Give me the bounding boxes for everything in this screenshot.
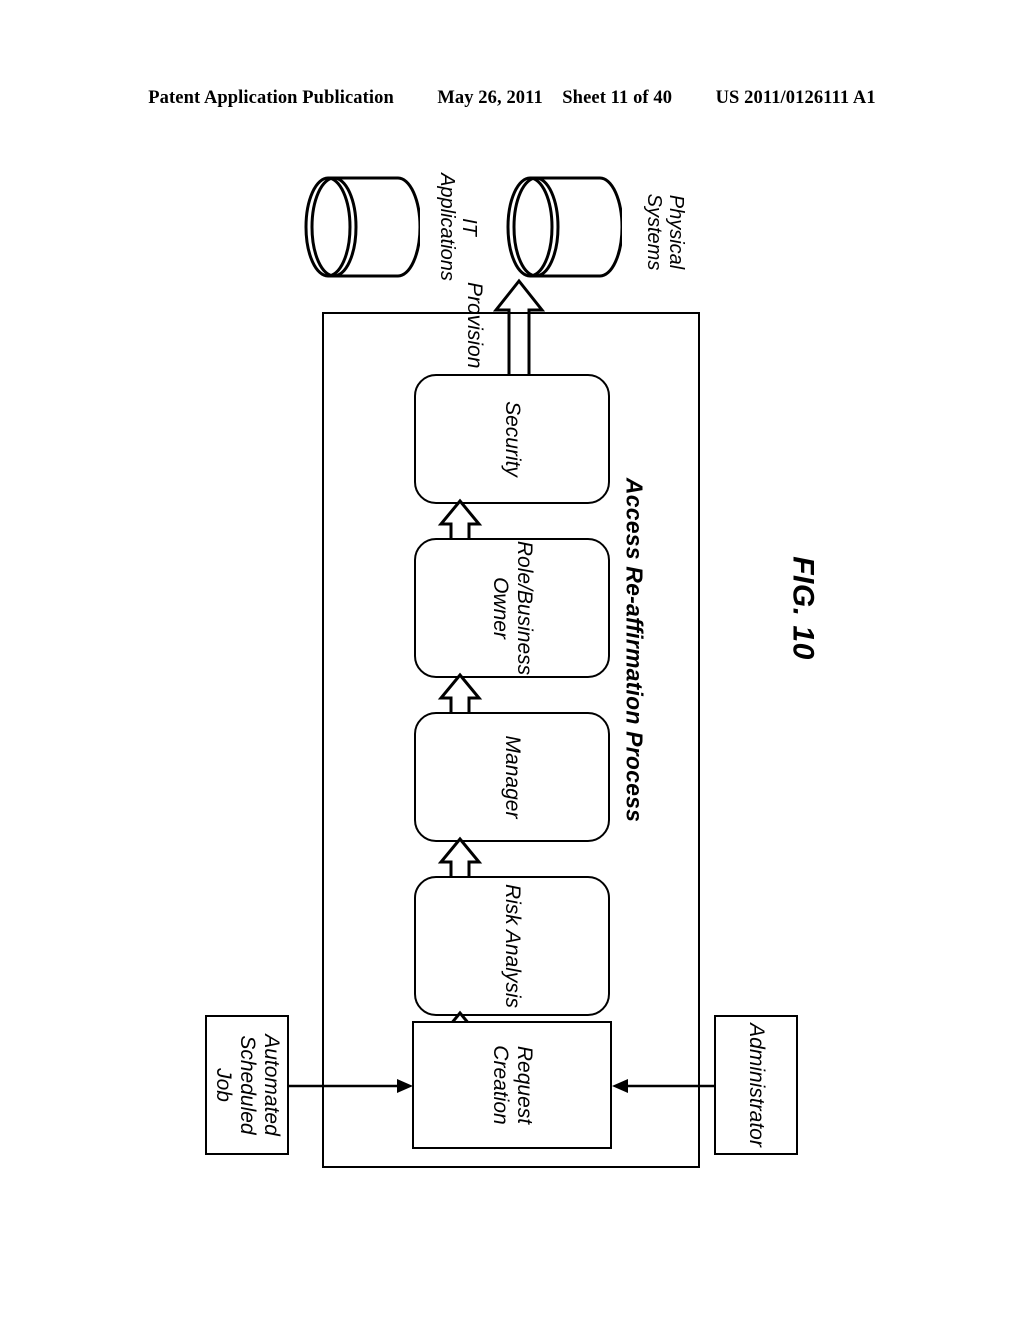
figure-number-text: FIG. 10 [786,556,820,660]
connector-job-to-request-creation [289,1076,415,1096]
stage-box-security[interactable]: Security [414,374,610,504]
stage-label-security: Security [501,401,524,477]
stage-label-manager: Manager [501,735,524,819]
stage-box-role-business-owner[interactable]: Role/Business Owner [414,538,610,678]
stage-box-manager[interactable]: Manager [414,712,610,842]
actor-label-administrator: Administrator [745,1023,768,1147]
actor-box-administrator[interactable]: Administrator [714,1015,798,1155]
stage-box-request-creation[interactable]: Request Creation [412,1021,612,1149]
physical-systems-cylinder [496,172,622,282]
stage-label-request-creation: Request Creation [489,1045,536,1125]
figure-number: FIG. 10 [778,548,828,668]
figure-canvas: IT Applications Physical Systems Provision… [0,0,1024,1320]
stage-box-risk-analysis[interactable]: Risk Analysis [414,876,610,1016]
process-title: Access Re-affirmation Process [614,478,654,822]
connector-administrator-to-request-creation [610,1076,716,1096]
provision-edge-label: Provision [463,282,572,368]
it-applications-cylinder [294,172,420,282]
stage-label-risk-analysis: Risk Analysis [501,883,524,1009]
process-title-text: Access Re-affirmation Process [621,477,648,823]
physical-systems-label-text: Physical Systems [643,193,687,271]
it-applications-label-text: IT Applications [436,173,480,281]
actor-box-automated-scheduled-job[interactable]: Automated Scheduled Job [205,1015,289,1155]
actor-label-automated-scheduled-job: Automated Scheduled Job [212,1034,283,1136]
stage-label-role-business-owner: Role/Business Owner [489,540,536,676]
physical-systems-label: Physical Systems [628,168,702,296]
it-applications-label: IT Applications [424,168,492,286]
